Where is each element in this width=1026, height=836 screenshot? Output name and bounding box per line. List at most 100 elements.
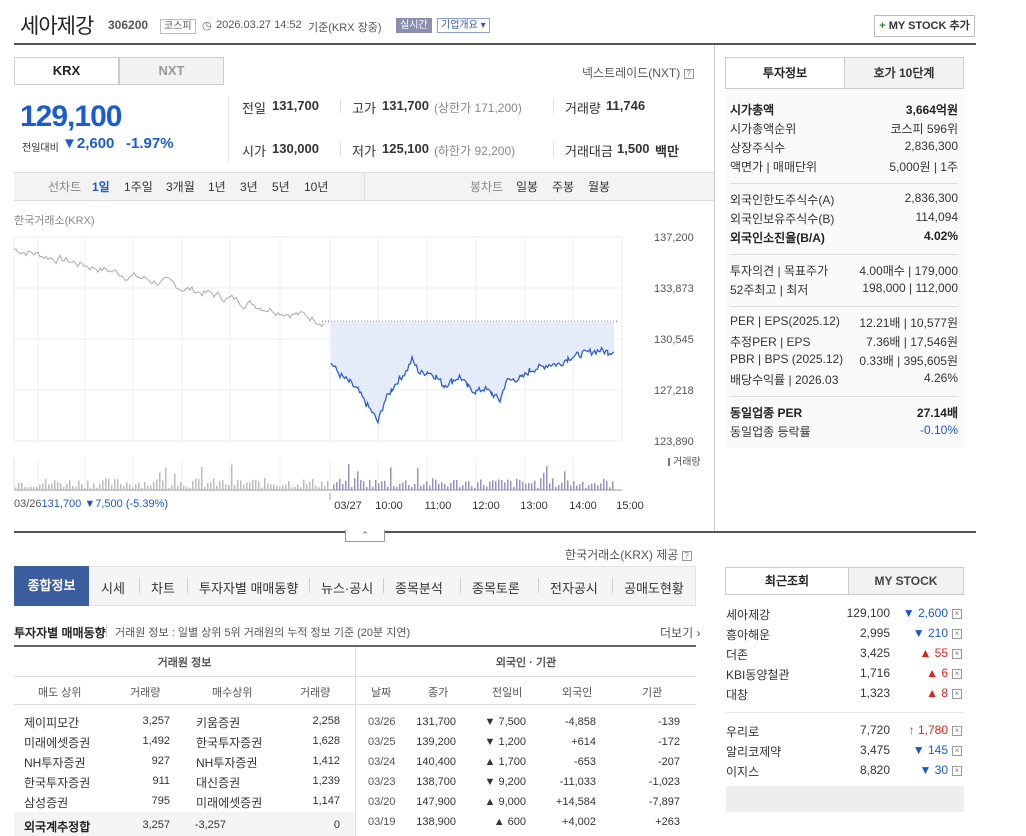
recent-name: KBI동양철관 <box>726 668 790 682</box>
volume-legend-mark <box>668 458 670 466</box>
candle-monthly[interactable]: 월봉 <box>588 178 610 195</box>
daily-change: ▼ 1,200 <box>484 736 526 748</box>
volume-bar <box>171 485 173 490</box>
period-1d[interactable]: 1일 <box>92 178 110 195</box>
volume-bar <box>21 482 23 490</box>
menu-sep <box>309 578 310 593</box>
price-chart[interactable]: 137,200 133,873 130,545 127,218 123,890 거래량 03… <box>0 225 714 525</box>
tab-overview[interactable]: 종합정보 <box>14 566 89 606</box>
tab-nxt[interactable]: NXT <box>119 57 224 85</box>
recent-item[interactable]: 대창 1,323 ▲ 8 × <box>726 686 964 706</box>
remove-icon[interactable]: × <box>952 689 962 699</box>
recent-change: ▲ 55 <box>919 646 948 660</box>
nxt-link[interactable]: 넥스트레이드(NXT) ? <box>582 64 694 81</box>
col-change: 전일비 <box>492 687 523 699</box>
daily-date: 03/25 <box>368 736 396 748</box>
volume-bar <box>63 486 65 490</box>
tab-orderbook[interactable]: 호가 10단계 <box>844 57 964 89</box>
recent-change: ▼ 2,600 <box>902 606 948 620</box>
volume-bar <box>507 479 509 490</box>
menu-sep <box>612 578 613 593</box>
tab-mystock[interactable]: MY STOCK <box>848 567 964 595</box>
recent-item[interactable]: 세아제강 129,100 ▼ 2,600 × <box>726 606 964 626</box>
period-5y[interactable]: 5년 <box>272 178 290 195</box>
collapse-chevron-icon[interactable]: ⌃ <box>345 530 385 542</box>
tab-krx[interactable]: KRX <box>14 57 119 85</box>
tab-invest-info[interactable]: 투자정보 <box>725 57 845 89</box>
candle-daily[interactable]: 일봉 <box>516 178 538 195</box>
add-mystock-button[interactable]: + MY STOCK 추가 <box>874 15 975 37</box>
volume-bar <box>327 480 329 490</box>
volume-bar <box>297 484 299 490</box>
recent-item[interactable]: 흥아해운 2,995 ▼ 210 × <box>726 626 964 646</box>
invest-value: 2,836,300 <box>904 191 958 205</box>
volume-bar <box>567 480 569 490</box>
header-divider <box>14 43 976 45</box>
period-1y[interactable]: 1년 <box>208 178 226 195</box>
tab-investor-trends[interactable]: 투자자별 매매동향 <box>199 578 298 597</box>
more-link[interactable]: 더보기 › <box>660 624 700 641</box>
tab-analysis[interactable]: 종목분석 <box>395 578 443 597</box>
invest-label: 외국인소진율(B/A) <box>730 231 825 245</box>
volume-bar <box>348 464 350 490</box>
price-change-value: 2,600 <box>76 135 115 152</box>
daily-foreign: +4,002 <box>562 816 596 828</box>
volume-bar <box>453 479 455 490</box>
col-sell-vol: 거래량 <box>130 687 161 699</box>
recent-item[interactable]: 더존 3,425 ▲ 55 × <box>726 646 964 666</box>
volume-bar <box>546 466 548 490</box>
remove-icon[interactable]: × <box>952 609 962 619</box>
tab-short-selling[interactable]: 공매도현황 <box>624 578 684 597</box>
volume-bar <box>177 485 179 490</box>
invest-row: 투자의견 | 목표주가 4.00매수 | 179,000 <box>730 262 958 281</box>
menu-sep <box>460 578 461 593</box>
remove-icon[interactable]: × <box>952 669 962 679</box>
period-1w[interactable]: 1주일 <box>124 178 153 195</box>
volume-bar <box>69 480 71 490</box>
broker-sell-vol: 927 <box>151 755 170 767</box>
period-3m[interactable]: 3개월 <box>166 178 195 195</box>
recent-item[interactable]: 이지스 8,820 ▼ 30 × <box>726 763 964 783</box>
period-10y[interactable]: 10년 <box>304 178 328 195</box>
volume-bar <box>36 486 38 490</box>
provider-note: 한국거래소(KRX) 제공 ? <box>565 546 692 563</box>
volume-bar <box>96 487 98 490</box>
remove-icon[interactable]: × <box>952 726 962 736</box>
recent-item[interactable]: 알리코제약 3,475 ▼ 145 × <box>726 743 964 763</box>
volume-bar <box>132 487 134 490</box>
remove-icon[interactable]: × <box>952 649 962 659</box>
volume-bar <box>444 483 446 490</box>
remove-icon[interactable]: × <box>952 746 962 756</box>
volume-bar <box>480 479 482 490</box>
volume-bar <box>543 472 545 490</box>
volume-bar <box>375 479 377 490</box>
tab-quotes[interactable]: 시세 <box>101 578 125 597</box>
broker-sell-name[interactable]: 제이피모간 <box>24 714 79 731</box>
daily-institution: -1,023 <box>648 776 680 788</box>
invest-label: 시가총액 <box>730 103 775 117</box>
price-change-pct: -1.97% <box>126 135 174 152</box>
recent-change: ▼ 145 <box>912 743 948 757</box>
volume-bar <box>588 485 590 490</box>
company-overview-button[interactable]: 기업개요 ▾ <box>437 18 490 33</box>
volume-bar <box>141 487 143 490</box>
candle-weekly[interactable]: 주봉 <box>552 178 574 195</box>
volume-bar <box>276 485 278 490</box>
volume-bar <box>585 487 587 490</box>
tab-disclosure[interactable]: 전자공시 <box>550 578 598 597</box>
remove-icon[interactable]: × <box>952 629 962 639</box>
tab-chart[interactable]: 차트 <box>151 578 175 597</box>
remove-icon[interactable]: × <box>952 766 962 776</box>
tab-discussion[interactable]: 종목토론 <box>472 578 520 597</box>
recent-item[interactable]: 우리로 7,720 ↑ 1,780 × <box>726 723 964 743</box>
tab-recent[interactable]: 최근조회 <box>725 567 849 595</box>
tab-news[interactable]: 뉴스·공시 <box>321 578 373 597</box>
volume-bar <box>261 487 263 490</box>
volume-bar <box>288 481 290 490</box>
period-3y[interactable]: 3년 <box>240 178 258 195</box>
volume-bar <box>492 480 494 490</box>
recent-item[interactable]: KBI동양철관 1,716 ▲ 6 × <box>726 666 964 686</box>
volume-bar <box>324 486 326 490</box>
volume-bar <box>501 480 503 490</box>
volume-bar <box>231 464 233 490</box>
